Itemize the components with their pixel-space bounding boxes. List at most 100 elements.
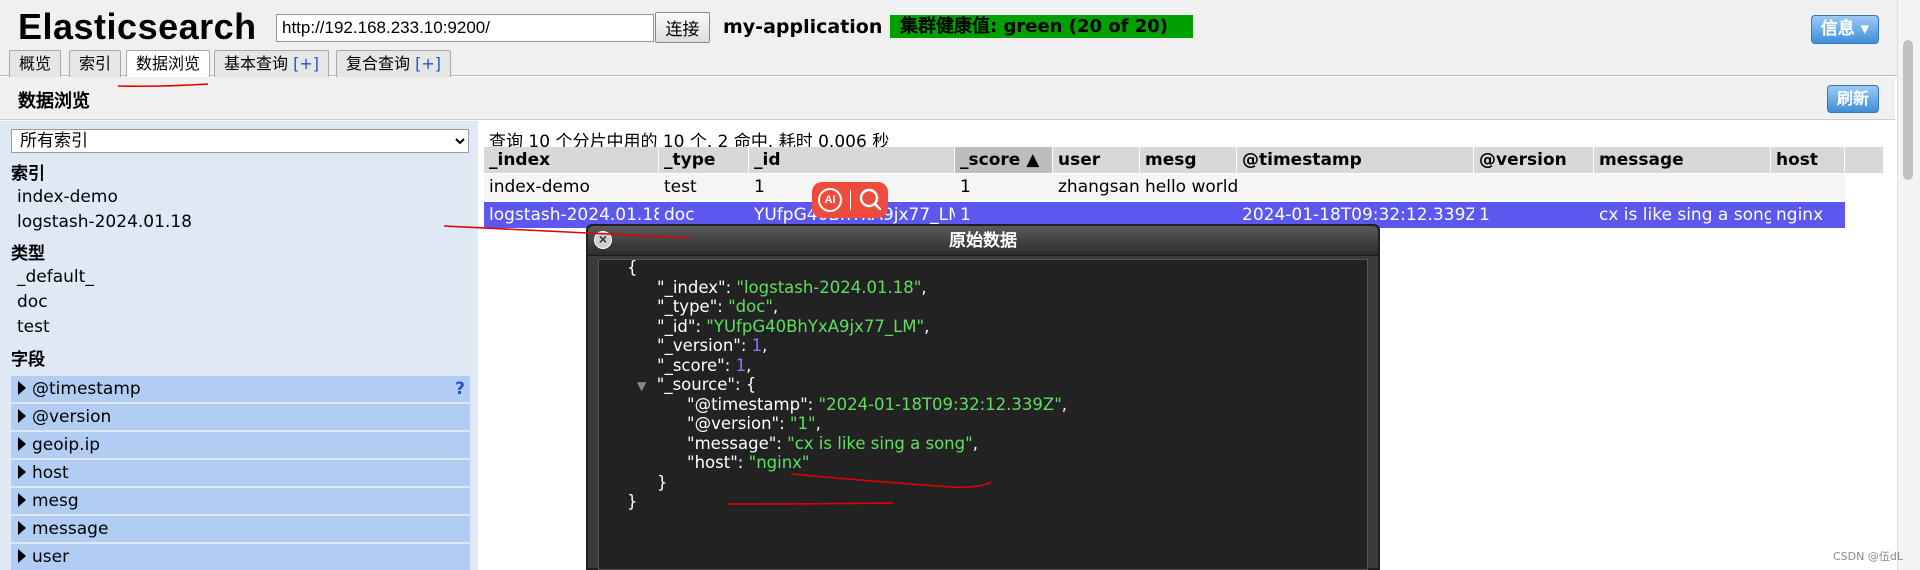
cluster-name: my-application <box>723 16 883 38</box>
json-line: "_index": "logstash-2024.01.18", <box>657 278 927 297</box>
field-row[interactable]: @version <box>11 404 470 430</box>
json-value: "1" <box>789 414 816 433</box>
json-value: "logstash-2024.01.18" <box>736 277 922 297</box>
json-punctuation: , <box>1061 394 1068 414</box>
json-line: { <box>627 258 638 277</box>
json-value: { <box>745 375 757 394</box>
json-value: "cx is like sing a song" <box>787 433 973 453</box>
raw-data-dialog: 原始数据 × { "_index": "logstash-2024.01.18",… <box>586 224 1380 570</box>
search-icon[interactable] <box>857 186 883 214</box>
expand-triangle-icon[interactable] <box>18 521 26 535</box>
table-cell: cx is like sing a song <box>1599 205 1771 225</box>
field-row[interactable]: @timestamp? <box>11 376 470 402</box>
collapse-triangle-icon[interactable]: ▼ <box>637 379 646 393</box>
json-key: "_score": <box>657 355 736 375</box>
tab-indices[interactable]: 索引 <box>69 50 122 77</box>
column-header-timestamp[interactable]: @timestamp <box>1237 147 1474 173</box>
table-cell: 1 <box>960 177 971 197</box>
json-key: "_id": <box>657 316 707 336</box>
json-value: "doc" <box>728 297 773 316</box>
field-row[interactable]: message <box>11 516 470 542</box>
expand-triangle-icon[interactable] <box>18 381 26 395</box>
table-cell: zhangsan <box>1058 177 1140 197</box>
json-line: "_score": 1, <box>657 356 751 375</box>
tab-compound-query[interactable]: 复合查询 [+] <box>336 50 451 77</box>
info-menu-button[interactable]: 信息 ▾ <box>1811 15 1879 44</box>
json-punctuation: , <box>815 414 821 433</box>
json-punctuation: , <box>772 297 779 316</box>
field-row[interactable]: geoip.ip <box>11 432 470 458</box>
json-punctuation: , <box>924 316 930 336</box>
field-row[interactable]: user <box>11 544 470 570</box>
json-line: "@timestamp": "2024-01-18T09:32:12.339Z"… <box>687 395 1067 414</box>
column-header-type[interactable]: _type <box>659 147 749 173</box>
json-line: "_type": "doc", <box>657 297 778 316</box>
filter-sidebar: 所有索引 索引 index-demo logstash-2024.01.18 类… <box>0 121 478 570</box>
expand-triangle-icon[interactable] <box>18 493 26 507</box>
column-header-host[interactable]: host <box>1771 147 1845 173</box>
field-row[interactable]: mesg <box>11 488 470 514</box>
cluster-url-input[interactable] <box>276 14 654 42</box>
sidebar-index-item[interactable]: logstash-2024.01.18 <box>17 212 192 232</box>
table-row[interactable]: index-demo test 1 1 zhangsan hello world <box>484 174 1845 200</box>
json-value: 1 <box>735 355 747 375</box>
app-title: Elasticsearch <box>18 6 257 47</box>
column-header-message[interactable]: message <box>1594 147 1771 173</box>
json-line: "_version": 1, <box>657 336 767 355</box>
json-key: "@timestamp": <box>687 394 819 414</box>
refresh-button[interactable]: 刷新 <box>1827 85 1879 113</box>
close-icon[interactable]: × <box>594 231 612 249</box>
json-line: } <box>627 492 638 511</box>
scrollbar-thumb[interactable] <box>1903 40 1913 180</box>
basic-query-expand[interactable]: [+] <box>293 54 319 73</box>
field-row[interactable]: host <box>11 460 470 486</box>
sidebar-index-item[interactable]: index-demo <box>17 187 118 207</box>
app-header: Elasticsearch 连接 my-application 集群健康值: g… <box>0 0 1920 48</box>
ai-icon[interactable]: AI <box>818 188 842 212</box>
tab-bar: 概览 索引 数据浏览 基本查询 [+] 复合查询 [+] <box>0 48 1920 78</box>
section-title: 数据浏览 <box>18 91 90 112</box>
expand-triangle-icon[interactable] <box>18 549 26 563</box>
sidebar-type-item[interactable]: doc <box>17 292 48 312</box>
json-value: 1 <box>751 336 763 355</box>
compound-query-expand[interactable]: [+] <box>415 54 441 73</box>
sidebar-type-item[interactable]: _default_ <box>17 267 94 287</box>
field-help-icon[interactable]: ? <box>455 376 465 402</box>
indices-heading: 索引 <box>11 164 45 184</box>
sidebar-type-item[interactable]: test <box>17 317 50 337</box>
dialog-titlebar[interactable]: 原始数据 × <box>588 226 1378 256</box>
json-line: "@version": "1", <box>687 414 821 433</box>
tab-basic-query[interactable]: 基本查询 [+] <box>214 50 329 77</box>
table-header-filler <box>1845 147 1883 173</box>
json-line: ▼ "_source": { <box>637 375 756 394</box>
column-header-user[interactable]: user <box>1053 147 1140 173</box>
expand-triangle-icon[interactable] <box>18 437 26 451</box>
column-header-mesg[interactable]: mesg <box>1140 147 1237 173</box>
json-value: "2024-01-18T09:32:12.339Z" <box>818 394 1062 414</box>
column-header-version[interactable]: @version <box>1474 147 1594 173</box>
json-key: "_source": <box>656 375 746 394</box>
json-value: } <box>627 492 638 511</box>
json-key: "_version": <box>657 336 752 355</box>
column-header-index[interactable]: _index <box>484 147 659 173</box>
tab-overview[interactable]: 概览 <box>9 50 62 77</box>
expand-triangle-icon[interactable] <box>18 465 26 479</box>
section-bar: 数据浏览 刷新 <box>0 77 1895 120</box>
expand-triangle-icon[interactable] <box>18 409 26 423</box>
widget-divider <box>850 190 851 210</box>
json-punctuation: , <box>921 277 927 297</box>
json-key: "_type": <box>657 297 729 316</box>
tab-browser[interactable]: 数据浏览 <box>126 50 211 78</box>
json-line: "host": "nginx" <box>687 453 810 472</box>
cluster-health-badge: 集群健康值: green (20 of 20) <box>890 15 1193 38</box>
json-line: "message": "cx is like sing a song", <box>687 434 978 453</box>
dialog-title: 原始数据 <box>949 231 1017 251</box>
index-select[interactable]: 所有索引 <box>11 129 469 153</box>
column-header-score[interactable]: _score ▲ <box>955 147 1053 173</box>
watermark: CSDN @伍dL <box>1833 550 1903 563</box>
json-key: "message": <box>687 433 788 453</box>
json-value: "YUfpG40BhYxA9jx77_LM" <box>706 316 925 336</box>
column-header-id[interactable]: _id <box>749 147 955 173</box>
connect-button[interactable]: 连接 <box>655 12 710 43</box>
table-cell: hello world <box>1145 177 1237 197</box>
